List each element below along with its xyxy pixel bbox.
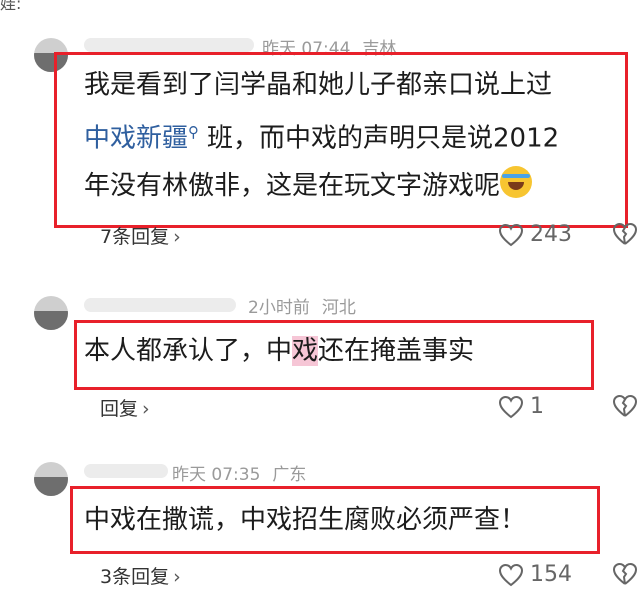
replies-label: 3条回复 (100, 566, 170, 588)
view-replies-button[interactable]: 3条回复 › (100, 562, 181, 589)
like-button[interactable]: 154 (498, 562, 572, 587)
avatar[interactable] (34, 462, 68, 496)
like-count: 154 (530, 562, 572, 587)
dislike-button[interactable] (612, 562, 638, 586)
heart-icon (498, 563, 524, 586)
username-redacted[interactable] (84, 464, 168, 478)
broken-heart-icon (612, 562, 638, 585)
comment-item: 昨天 07:35 广东 中戏在撒谎，中戏招生腐败必须严查！ 3条回复 › 154 (0, 0, 640, 589)
comment-time: 昨天 07:35 (172, 465, 261, 485)
comment-location: 广东 (272, 465, 307, 485)
chevron-right-icon: › (173, 566, 181, 588)
comment-meta: 昨天 07:35 广东 (172, 460, 306, 485)
comment-text: 中戏在撒谎，中戏招生腐败必须严查！ (84, 505, 527, 535)
